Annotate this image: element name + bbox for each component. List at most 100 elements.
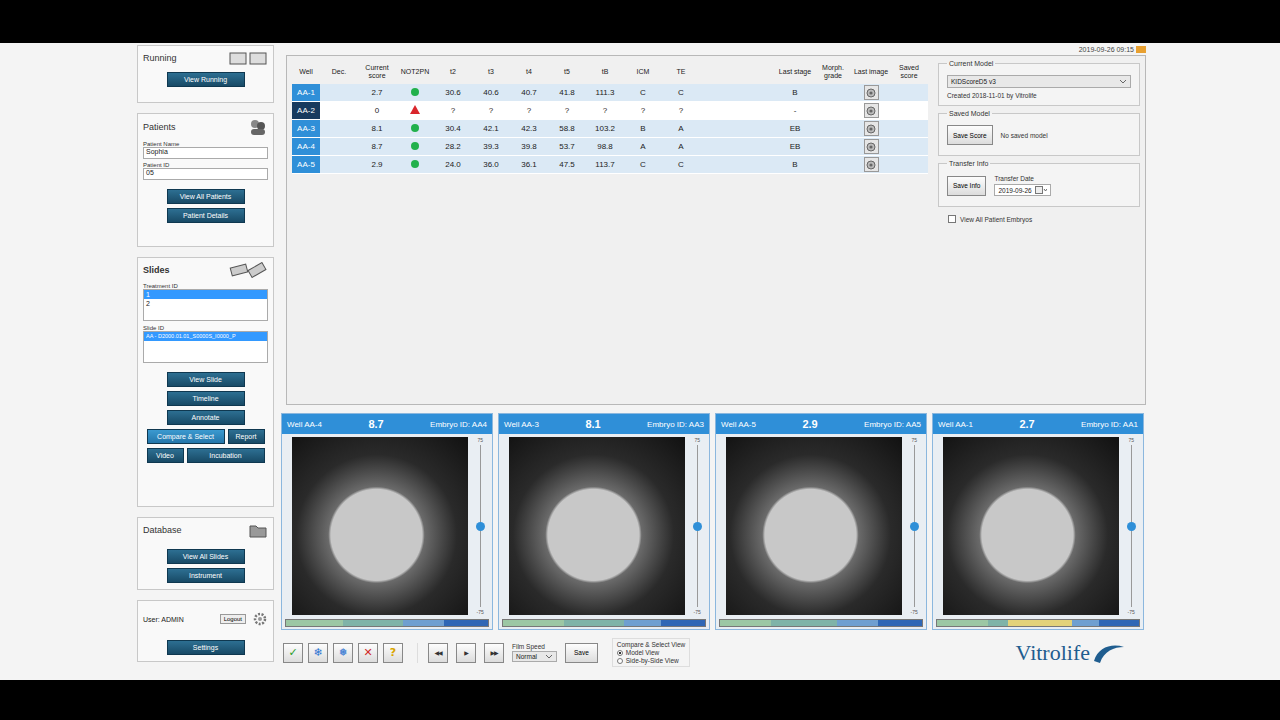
column-header[interactable]: Current score (358, 60, 396, 84)
decision-button[interactable]: ? (383, 643, 403, 663)
timeline-bar[interactable] (936, 619, 1140, 627)
table-row[interactable]: AA-48.728.239.339.853.798.8AAEB (292, 138, 928, 156)
view-all-checkbox-row[interactable]: View All Patient Embryos (938, 215, 1140, 223)
database-button[interactable]: Instrument (167, 568, 245, 583)
treatment-item[interactable]: 1 (144, 290, 267, 299)
calendar-icon[interactable] (1035, 186, 1047, 194)
text-field[interactable]: Sophia (143, 147, 268, 159)
column-header[interactable]: Well (292, 60, 320, 84)
image-button[interactable] (864, 103, 879, 118)
window-control-icon[interactable] (1136, 46, 1146, 53)
view-running-button[interactable]: View Running (167, 72, 245, 87)
focus-knob[interactable] (476, 522, 485, 531)
focus-knob[interactable] (910, 522, 919, 531)
column-header[interactable]: NOT2PN (396, 60, 434, 84)
slide-button[interactable]: Incubation (187, 448, 265, 463)
embryo-card[interactable]: Well AA-3 8.1 Embryo ID: AA3 75 -75 (498, 413, 710, 630)
column-header[interactable]: t4 (510, 60, 548, 84)
film-speed-dropdown[interactable]: Normal (512, 651, 557, 662)
slide-button[interactable]: Report (228, 429, 265, 444)
radio[interactable] (617, 658, 623, 664)
transport-button[interactable]: ▶▶ (484, 643, 504, 663)
view-mode-option[interactable]: Side-by-Side View (617, 657, 686, 664)
slide-item[interactable]: AA - D2000.01.01_S0000S_I0000_P (144, 332, 267, 341)
save-score-button[interactable]: Save Score (947, 125, 993, 145)
treatment-item[interactable]: 2 (144, 299, 267, 308)
decision-button[interactable]: ✓ (283, 643, 303, 663)
value-cell: ? (624, 102, 662, 120)
slide-button[interactable]: View Slide (167, 372, 245, 387)
table-row[interactable]: AA-12.730.640.640.741.8111.3CCB (292, 84, 928, 102)
slide-button[interactable]: Compare & Select (147, 429, 225, 444)
timeline-segment (720, 620, 771, 626)
card-embryo-id: Embryo ID: AA4 (430, 420, 487, 429)
decision-button[interactable]: ❄ (308, 643, 328, 663)
settings-button[interactable]: Settings (167, 640, 245, 655)
table-header: WellDec.Current scoreNOT2PNt2t3t4t5tBICM… (292, 60, 928, 84)
column-header[interactable]: Morph. grade (814, 60, 852, 84)
logout-button[interactable]: Logout (220, 614, 246, 624)
well-cell[interactable]: AA-2 (292, 102, 320, 120)
timeline-bar[interactable] (502, 619, 706, 627)
column-header[interactable]: t3 (472, 60, 510, 84)
focus-slider[interactable]: 75 -75 (905, 437, 923, 615)
column-header[interactable]: tB (586, 60, 624, 84)
text-field[interactable]: 05 (143, 168, 268, 180)
column-header[interactable]: Saved score (890, 60, 928, 84)
column-header[interactable]: Last stage (776, 60, 814, 84)
patient-button[interactable]: View All Patients (167, 189, 245, 204)
well-cell[interactable]: AA-1 (292, 84, 320, 102)
image-button[interactable] (864, 157, 879, 172)
decision-button[interactable]: ❅ (333, 643, 353, 663)
timeline-segment (403, 620, 443, 626)
image-button[interactable] (864, 85, 879, 100)
card-header: Well AA-4 8.7 Embryo ID: AA4 (282, 414, 492, 434)
checkbox[interactable] (948, 215, 956, 223)
slide-button[interactable]: Video (147, 448, 184, 463)
last-image-cell (852, 138, 890, 156)
timeline-bar[interactable] (285, 619, 489, 627)
well-cell[interactable]: AA-4 (292, 138, 320, 156)
value-cell: ? (548, 102, 586, 120)
column-header[interactable]: t2 (434, 60, 472, 84)
value-cell: 53.7 (548, 138, 586, 156)
column-header[interactable]: TE (662, 60, 700, 84)
gear-icon[interactable] (252, 611, 268, 627)
view-mode-option[interactable]: Model View (617, 649, 686, 656)
focus-slider[interactable]: 75 -75 (688, 437, 706, 615)
well-cell[interactable]: AA-3 (292, 120, 320, 138)
database-button[interactable]: View All Slides (167, 549, 245, 564)
column-header[interactable] (700, 60, 738, 84)
column-header[interactable] (738, 60, 776, 84)
image-button[interactable] (864, 121, 879, 136)
embryo-card[interactable]: Well AA-4 8.7 Embryo ID: AA4 75 -75 (281, 413, 493, 630)
transport-button[interactable]: ◀◀ (428, 643, 448, 663)
image-button[interactable] (864, 139, 879, 154)
model-dropdown[interactable]: KIDScoreD5 v3 (947, 75, 1131, 88)
table-row[interactable]: AA-20???????- (292, 102, 928, 120)
well-cell[interactable]: AA-5 (292, 156, 320, 174)
transport-button[interactable]: ▶ (456, 643, 476, 663)
save-button[interactable]: Save (565, 643, 598, 663)
film-speed-label: Film Speed (512, 643, 557, 650)
column-header[interactable]: Last image (852, 60, 890, 84)
embryo-card[interactable]: Well AA-5 2.9 Embryo ID: AA5 75 -75 (715, 413, 927, 630)
column-header[interactable]: ICM (624, 60, 662, 84)
focus-knob[interactable] (1127, 522, 1136, 531)
focus-slider[interactable]: 75 -75 (1122, 437, 1140, 615)
focus-slider[interactable]: 75 -75 (471, 437, 489, 615)
decision-button[interactable]: ✕ (358, 643, 378, 663)
slide-button[interactable]: Timeline (167, 391, 245, 406)
radio[interactable] (617, 650, 623, 656)
table-row[interactable]: AA-52.924.036.036.147.5113.7CCB (292, 156, 928, 174)
slide-button[interactable]: Annotate (167, 410, 245, 425)
table-row[interactable]: AA-38.130.442.142.358.8103.2BAEB (292, 120, 928, 138)
transfer-date-field[interactable]: 2019-09-26 (994, 184, 1050, 196)
column-header[interactable]: Dec. (320, 60, 358, 84)
embryo-card[interactable]: Well AA-1 2.7 Embryo ID: AA1 75 -75 (932, 413, 1144, 630)
save-info-button[interactable]: Save Info (947, 176, 986, 196)
timeline-bar[interactable] (719, 619, 923, 627)
focus-knob[interactable] (693, 522, 702, 531)
patient-button[interactable]: Patient Details (167, 208, 245, 223)
column-header[interactable]: t5 (548, 60, 586, 84)
